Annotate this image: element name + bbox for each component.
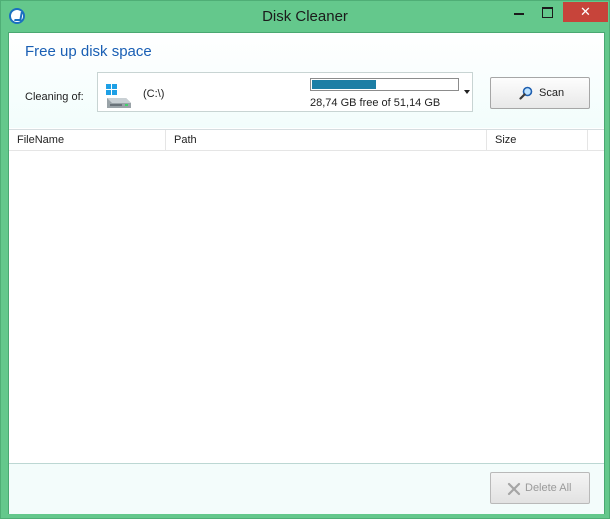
maximize-icon (542, 7, 553, 18)
chevron-down-icon[interactable] (464, 90, 470, 94)
minimize-button[interactable] (506, 2, 532, 22)
drive-name: (C:\) (143, 88, 165, 100)
close-button[interactable]: ✕ (563, 2, 608, 22)
maximize-button[interactable] (534, 2, 560, 22)
drive-free-space: 28,74 GB free of 51,14 GB (310, 97, 441, 109)
disk-cleaner-window: Disk Cleaner ✕ Free up disk space Cleani… (0, 0, 610, 519)
minimize-icon (514, 13, 524, 15)
delete-all-label: Delete All (525, 482, 572, 494)
page-title: Free up disk space (25, 43, 152, 60)
delete-x-icon (507, 482, 521, 496)
header-panel: Free up disk space Cleaning of: (C:\) 28… (9, 33, 604, 128)
drive-icon (106, 84, 131, 108)
delete-all-button[interactable]: Delete All (490, 472, 590, 504)
title-bar[interactable]: Disk Cleaner ✕ (1, 1, 609, 32)
drive-usage-fill (312, 80, 376, 89)
magnifier-icon (519, 86, 533, 100)
column-filename[interactable]: FileName (9, 130, 166, 150)
list-header: FileName Path Size (9, 130, 604, 151)
cleaning-of-label: Cleaning of: (25, 91, 84, 103)
column-path[interactable]: Path (166, 130, 487, 150)
drive-select[interactable]: (C:\) 28,74 GB free of 51,14 GB (97, 72, 473, 112)
file-list[interactable]: FileName Path Size (9, 129, 604, 464)
client-area: Free up disk space Cleaning of: (C:\) 28… (8, 32, 605, 514)
scan-button[interactable]: Scan (490, 77, 590, 109)
close-icon: ✕ (580, 4, 591, 19)
footer-bar: Delete All (9, 463, 604, 514)
drive-usage-bar (310, 78, 459, 91)
scan-label: Scan (539, 87, 565, 99)
column-size[interactable]: Size (487, 130, 588, 150)
